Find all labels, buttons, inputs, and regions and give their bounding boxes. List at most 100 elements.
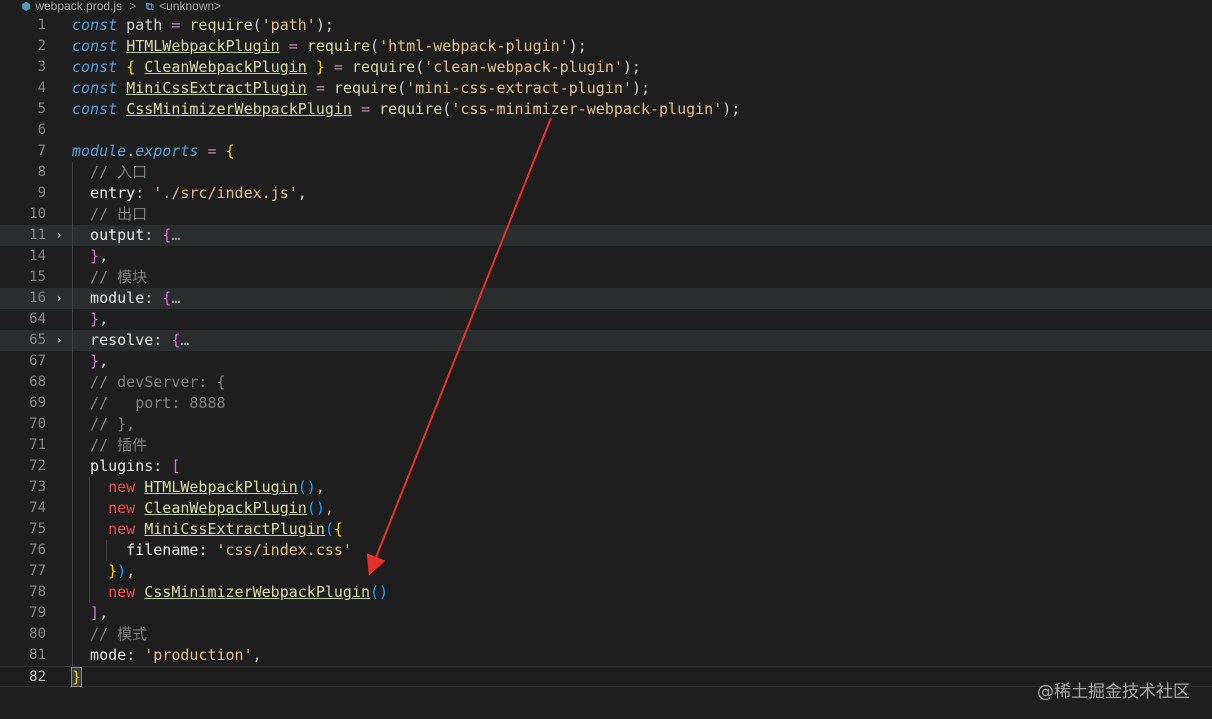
code-token: const (72, 37, 118, 55)
chevron-right-icon[interactable]: › (54, 330, 64, 351)
code-token: } (72, 352, 100, 370)
code-line[interactable]: 73 new HTMLWebpackPlugin(), (0, 477, 1212, 498)
code-token: new (108, 520, 136, 538)
code-token: ); (568, 37, 587, 55)
code-line[interactable]: 78 new CssMinimizerWebpackPlugin() (0, 582, 1212, 603)
code-line[interactable]: 6 (0, 120, 1212, 141)
code-text: const MiniCssExtractPlugin = require('mi… (72, 78, 650, 99)
code-line[interactable]: 67 }, (0, 351, 1212, 372)
code-line[interactable]: 16 › module: {… (0, 288, 1212, 309)
code-line[interactable]: 81 mode: 'production', (0, 645, 1212, 666)
code-line[interactable]: 72 plugins: [ (0, 456, 1212, 477)
code-text: const { CleanWebpackPlugin } = require('… (72, 57, 641, 78)
code-token: } (72, 247, 100, 265)
line-number: 8 (37, 164, 46, 180)
code-line[interactable]: 70 // }, (0, 414, 1212, 435)
line-number: 71 (29, 437, 46, 453)
code-token: ( (397, 79, 407, 97)
code-token: 'production' (144, 646, 253, 664)
line-number: 10 (29, 206, 46, 222)
code-token: , (99, 247, 109, 265)
code-line[interactable]: 7 module.exports = { (0, 141, 1212, 162)
code-line[interactable]: 2 const HTMLWebpackPlugin = require('html… (0, 36, 1212, 57)
code-line[interactable]: 5 const CssMinimizerWebpackPlugin = requi… (0, 99, 1212, 120)
line-number: 72 (29, 458, 46, 474)
code-token: require (333, 79, 398, 97)
code-line[interactable]: 15 // 模块 (0, 267, 1212, 288)
code-token: './src/index.js' (153, 184, 298, 202)
code-token: const (72, 79, 118, 97)
line-number: 78 (29, 584, 46, 600)
code-token: 'clean-webpack-plugin' (424, 58, 623, 76)
code-token: = (315, 79, 325, 97)
code-line[interactable]: 1 const path = require('path'); (0, 15, 1212, 36)
code-token: } (72, 310, 100, 328)
line-number: 70 (29, 416, 46, 432)
code-line[interactable]: 76 filename: 'css/index.css' (0, 540, 1212, 561)
code-line[interactable]: 68 // devServer: { (0, 372, 1212, 393)
code-line[interactable]: 3 const { CleanWebpackPlugin } = require(… (0, 57, 1212, 78)
code-line[interactable]: 82} (0, 666, 1212, 687)
code-token: 'css-minimizer-webpack-plugin' (451, 100, 723, 118)
code-line[interactable]: 79 ], (0, 603, 1212, 624)
code-line[interactable]: 65 › resolve: {… (0, 330, 1212, 351)
code-token: () (370, 583, 389, 601)
code-line[interactable]: 64 }, (0, 309, 1212, 330)
code-token: { (126, 58, 136, 76)
code-line[interactable]: 9 entry: './src/index.js', (0, 183, 1212, 204)
watermark: @稀土掘金技术社区 (1037, 682, 1190, 702)
code-text: }, (72, 246, 108, 267)
line-number: 2 (37, 38, 46, 54)
code-text: new HTMLWebpackPlugin(), (72, 477, 325, 498)
line-number: 74 (29, 500, 46, 516)
code-line[interactable]: 11 › output: {… (0, 225, 1212, 246)
code-line[interactable]: 75 new MiniCssExtractPlugin({ (0, 519, 1212, 540)
line-number: 14 (29, 248, 46, 264)
code-line[interactable]: 4 const MiniCssExtractPlugin = require('m… (0, 78, 1212, 99)
code-token: filename (72, 541, 199, 559)
code-token: : (144, 289, 163, 307)
code-text: // port: 8888 (72, 393, 225, 414)
chevron-right-icon[interactable]: › (54, 288, 64, 309)
line-number: 64 (29, 311, 46, 327)
code-token: { (162, 226, 172, 244)
code-text: // 出口 (72, 204, 147, 225)
code-text: // 插件 (72, 435, 147, 456)
symbol-variable-icon: ⧉ (145, 1, 154, 13)
code-line[interactable]: 71 // 插件 (0, 435, 1212, 456)
code-editor[interactable]: 1 const path = require('path'); 2 const HTM… (0, 15, 1212, 687)
code-token: ( (370, 37, 380, 55)
code-token: ] (72, 604, 100, 622)
code-line[interactable]: 77 }), (0, 561, 1212, 582)
breadcrumb-symbol[interactable]: <unknown> (159, 0, 221, 13)
code-text: // 模式 (72, 624, 147, 645)
breadcrumb-file[interactable]: webpack.prod.js (35, 0, 122, 13)
code-line[interactable]: 74 new CleanWebpackPlugin(), (0, 498, 1212, 519)
code-token: ); (631, 79, 650, 97)
code-line[interactable]: 8 // 入口 (0, 162, 1212, 183)
code-token: 'html-webpack-plugin' (379, 37, 569, 55)
code-text: }, (72, 351, 108, 372)
code-token: ( (415, 58, 425, 76)
line-number: 15 (29, 269, 46, 285)
line-number: 6 (37, 122, 46, 138)
code-token: mode (72, 646, 127, 664)
code-token: } (70, 667, 83, 687)
code-line[interactable]: 69 // port: 8888 (0, 393, 1212, 414)
line-number: 9 (37, 185, 46, 201)
code-line[interactable]: 80 // 模式 (0, 624, 1212, 645)
code-token: const (72, 16, 118, 34)
chevron-right-icon[interactable]: › (54, 225, 64, 246)
line-number: 76 (29, 542, 46, 558)
code-line[interactable]: 14 }, (0, 246, 1212, 267)
code-token: , (99, 604, 109, 622)
code-line[interactable]: 10 // 出口 (0, 204, 1212, 225)
